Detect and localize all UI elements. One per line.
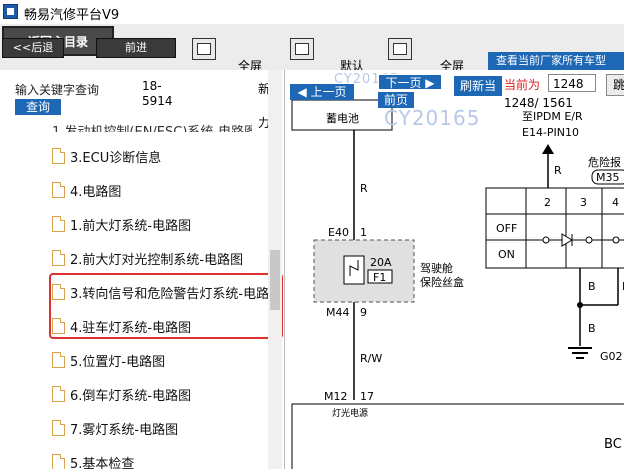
m12-pin: 17 [360, 390, 374, 403]
tree-item-position-lamp[interactable]: 5.位置灯-电路图 [52, 348, 165, 372]
e40-label: E40 [328, 226, 349, 239]
refresh-button[interactable]: 刷新当 [454, 76, 502, 96]
file-icon [52, 182, 65, 198]
m35-label: M35 [596, 171, 620, 184]
page-count: 1248/ 1561 [504, 96, 573, 110]
m44-label: M44 [326, 306, 350, 319]
tree-item-headlamp[interactable]: 1.前大灯系统-电路图 [52, 212, 191, 236]
wire-rw: R/W [360, 352, 382, 365]
ground-label: G02 [600, 350, 623, 363]
jump-button[interactable]: 跳 [606, 74, 624, 96]
tree-item-label: 7.雾灯系统-电路图 [70, 422, 179, 438]
tree-item-circuit-diagrams[interactable]: 4.电路图 [52, 178, 121, 202]
tree-item-label: 1.前大灯系统-电路图 [70, 218, 192, 234]
hazard-label: 危险报 [588, 155, 621, 169]
selection-highlight [49, 273, 283, 339]
view-manufacturer-models-button[interactable]: 查看当前厂家所有车型 [488, 52, 624, 70]
ipdm-label: 至IPDM E/R [522, 110, 583, 123]
tree-item-fog-lamp[interactable]: 7.雾灯系统-电路图 [52, 416, 178, 440]
scroll-thumb[interactable] [270, 250, 280, 310]
diagram-viewer: 蓄电池 R E40 1 20A F1 驾驶舱 保险丝盒 M44 9 R/W M1… [286, 70, 624, 469]
row-off: OFF [496, 222, 517, 235]
default-toggle-icon[interactable] [388, 38, 412, 60]
file-icon [52, 386, 65, 402]
app-icon [3, 4, 18, 19]
wire-b2: B [588, 322, 596, 335]
front-page-button[interactable]: 前页 [378, 92, 414, 108]
next-page-button[interactable]: 下一页 ▶ [378, 74, 442, 90]
tree-item-basic-inspection[interactable]: 5.基本检查 [52, 450, 134, 469]
tree-item-reverse-lamp[interactable]: 6.倒车灯系统-电路图 [52, 382, 191, 406]
file-icon [52, 250, 65, 266]
current-page-input[interactable]: 1248 [548, 74, 596, 92]
arrow-left-icon: ◀ [297, 85, 307, 99]
title-bar: 畅易汽修平台V9 [0, 0, 624, 25]
wire-b1: B [588, 280, 596, 293]
tree-item-label: 2.前大灯对光控制系统-电路图 [70, 252, 244, 268]
tree-item-label: 5.位置灯-电路图 [70, 354, 166, 370]
search-result: 18- 5914 [142, 79, 173, 109]
row-on: ON [498, 248, 515, 261]
arrow-right-icon: ▶ [425, 76, 435, 90]
result-line-1: 18- [142, 79, 162, 93]
tree-item-label: 1.发动机控制(EN/ESC)系统-电路图 [52, 121, 252, 132]
tree-item-label: 6.倒车灯系统-电路图 [70, 388, 192, 404]
file-icon [52, 352, 65, 368]
current-page-label: 当前为 [504, 78, 541, 92]
wire-r2: R [554, 164, 562, 177]
next-page-label: 下一页 [385, 76, 422, 90]
bc-label: BC [604, 437, 622, 452]
fuse-desc-2: 保险丝盒 [420, 275, 464, 289]
search-button[interactable]: 查询 [15, 99, 61, 115]
col-2: 2 [544, 196, 551, 209]
fuse-id: F1 [373, 271, 386, 284]
tree-item-label: 5.基本检查 [70, 456, 135, 469]
file-icon [52, 420, 65, 436]
tree-item-partial[interactable]: 1.发动机控制(EN/ESC)系统-电路图 [52, 114, 252, 132]
col-4: 4 [612, 196, 619, 209]
m44-pin: 9 [360, 306, 367, 319]
file-icon [52, 148, 65, 164]
tree-item-label: 4.电路图 [70, 184, 122, 200]
search-label: 输入关键字查询 [15, 83, 100, 97]
light-power-label: 灯光电源 [332, 407, 368, 419]
forward-button[interactable]: 前进 [96, 38, 176, 58]
tree-item-headlamp-aiming[interactable]: 2.前大灯对光控制系统-电路图 [52, 246, 243, 270]
window-title: 畅易汽修平台V9 [24, 8, 120, 23]
file-icon [52, 216, 65, 232]
back-button[interactable]: <<后退 [2, 38, 64, 58]
fuse-desc-1: 驾驶舱 [420, 261, 453, 275]
tree-item-ecu-diagnosis[interactable]: 3.ECU诊断信息 [52, 144, 161, 168]
fuse-rating: 20A [370, 256, 392, 269]
wire-r1: R [360, 182, 368, 195]
fullscreen-toggle-icon[interactable] [192, 38, 216, 60]
ipdm-pin: E14-PIN10 [522, 126, 579, 139]
col-3: 3 [580, 196, 587, 209]
m12-label: M12 [324, 390, 348, 403]
fullscreen-toggle-icon-2[interactable] [290, 38, 314, 60]
result-line-2: 5914 [142, 94, 173, 108]
e40-pin: 1 [360, 226, 367, 239]
tree-item-label: 3.ECU诊断信息 [70, 150, 162, 166]
prev-page-label: 上一页 [310, 85, 347, 99]
left-tree-panel: 输入关键字查询 查询 18- 5914 新 力 1.发动机控制(EN/ESC)系… [0, 70, 285, 469]
prev-page-button[interactable]: ◀ 上一页 [290, 84, 354, 100]
tree-scrollbar[interactable] [268, 70, 282, 469]
file-icon [52, 454, 65, 469]
watermark-2: CY20165 [384, 106, 481, 130]
battery-label: 蓄电池 [326, 112, 359, 125]
